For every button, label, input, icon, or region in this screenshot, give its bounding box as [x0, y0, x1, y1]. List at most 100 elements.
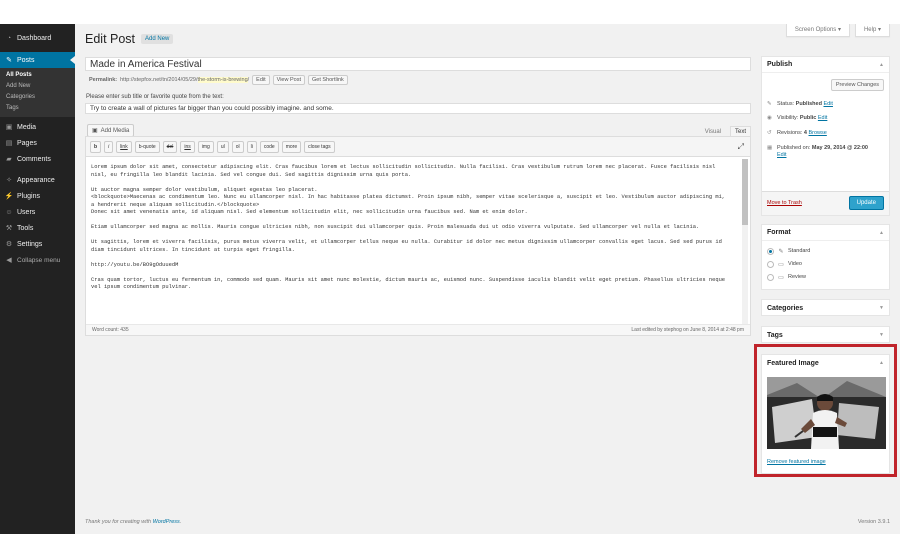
- tags-box-header[interactable]: Tags ▼: [762, 327, 889, 343]
- subtitle-input[interactable]: Try to create a wall of pictures far big…: [85, 103, 751, 114]
- fullscreen-icon[interactable]: ⤢: [738, 142, 744, 152]
- published-date: May 29, 2014 @ 22:00: [811, 145, 868, 151]
- collapse-toggle-icon[interactable]: ▲: [879, 230, 884, 236]
- categories-box-header[interactable]: Categories ▼: [762, 300, 889, 316]
- add-new-button[interactable]: Add New: [141, 34, 174, 44]
- quicktag-bold-button[interactable]: b: [90, 140, 102, 153]
- submenu-add-new[interactable]: Add New: [0, 81, 75, 92]
- publish-box-header[interactable]: Publish ▲: [762, 57, 889, 73]
- help-button[interactable]: Help ▾: [854, 24, 890, 37]
- format-option-standard[interactable]: ✎ Standard: [767, 247, 810, 255]
- edit-date-link[interactable]: Edit: [777, 152, 786, 158]
- radio-unselected[interactable]: [767, 273, 774, 281]
- publish-box-title: Publish: [767, 61, 793, 68]
- footer-thanks-suffix: .: [179, 519, 182, 525]
- footer-thanks: Thank you for creating with WordPress.: [85, 519, 181, 525]
- sidebar-item-settings[interactable]: ⚙ Settings: [0, 236, 75, 252]
- calendar-icon: ▦: [767, 145, 773, 151]
- sidebar-item-label: Tools: [17, 224, 34, 232]
- help-label: Help: [863, 27, 877, 33]
- expand-toggle-icon[interactable]: ▼: [879, 305, 884, 311]
- sidebar-item-plugins[interactable]: ⚡ Plugins: [0, 188, 75, 204]
- quicktag-more-button[interactable]: more: [281, 140, 302, 153]
- settings-icon: ⚙: [5, 241, 13, 248]
- view-post-button[interactable]: View Post: [272, 75, 305, 85]
- posts-submenu: All Posts Add New Categories Tags: [0, 68, 75, 117]
- sidebar-item-comments[interactable]: ▰ Comments: [0, 151, 75, 167]
- format-label: Review: [788, 274, 807, 280]
- page-title: Edit Post: [85, 32, 136, 46]
- admin-sidebar: ◔ Dashboard ✎ Posts All Posts Add New Ca…: [0, 24, 75, 534]
- wordpress-link[interactable]: WordPress: [153, 519, 180, 525]
- editor-status-bar: Word count: 435 Last edited by stephog o…: [86, 324, 750, 335]
- format-box-header[interactable]: Format ▲: [762, 225, 889, 241]
- sidebar-collapse-menu[interactable]: ◀ Collapse menu: [0, 252, 75, 268]
- sidebar-item-label: Comments: [17, 155, 51, 163]
- get-shortlink-button[interactable]: Get Shortlink: [308, 75, 348, 85]
- quicktag-ins-button[interactable]: ins: [180, 140, 195, 153]
- pushpin-icon: ✎: [767, 101, 772, 107]
- scrollbar-thumb[interactable]: [742, 159, 748, 225]
- subtitle-label: Please enter sub title or favorite quote…: [86, 94, 224, 100]
- submenu-tags[interactable]: Tags: [0, 103, 75, 114]
- move-to-trash-link[interactable]: Move to Trash: [767, 200, 802, 206]
- permalink-slug[interactable]: the-storm-is-brewing: [197, 77, 248, 83]
- quicktag-img-button[interactable]: img: [197, 140, 214, 153]
- edit-permalink-button[interactable]: Edit: [252, 75, 270, 85]
- quicktag-link-button[interactable]: link: [116, 140, 132, 153]
- quicktag-li-button[interactable]: li: [246, 140, 257, 153]
- tags-box: Tags ▼: [761, 326, 890, 343]
- status-label: Status:: [777, 101, 796, 107]
- post-title-input[interactable]: Made in America Festival: [85, 57, 751, 71]
- add-media-label: Add Media: [100, 127, 130, 134]
- sidebar-item-posts[interactable]: ✎ Posts: [0, 52, 75, 68]
- permalink-row: Permalink: http://stepfox.net/tn/2014/05…: [89, 75, 348, 85]
- sidebar-item-label: Settings: [17, 240, 43, 248]
- sidebar-item-pages[interactable]: ▤ Pages: [0, 135, 75, 151]
- sidebar-item-label: Collapse menu: [17, 256, 61, 264]
- published-label: Published on:: [777, 145, 812, 151]
- publish-actions: Move to Trash Update: [762, 191, 889, 215]
- permalink-base: http://stepfox.net/tn/2014/05/29/: [120, 77, 198, 83]
- sidebar-item-users[interactable]: ☺ Users: [0, 204, 75, 220]
- content-paragraph: Cras quam tortor, luctus eu fermentum in…: [91, 276, 729, 291]
- radio-unselected[interactable]: [767, 260, 774, 268]
- quicktag-close-tags-button[interactable]: close tags: [304, 140, 335, 153]
- quicktag-italic-button[interactable]: i: [104, 140, 114, 153]
- plugins-icon: ⚡: [4, 193, 14, 200]
- editor-scrollbar[interactable]: [742, 159, 748, 327]
- sidebar-item-appearance[interactable]: ✧ Appearance: [0, 172, 75, 188]
- sidebar-item-dashboard[interactable]: ◔ Dashboard: [0, 30, 75, 46]
- users-icon: ☺: [5, 208, 13, 216]
- screen-options-button[interactable]: Screen Options ▾: [785, 24, 850, 37]
- permalink-url[interactable]: http://stepfox.net/tn/2014/05/29/the-sto…: [120, 77, 249, 83]
- preview-changes-button[interactable]: Preview Changes: [830, 79, 884, 91]
- format-option-review[interactable]: ▭ Review: [767, 273, 806, 281]
- expand-toggle-icon[interactable]: ▼: [879, 332, 884, 338]
- revisions-label: Revisions:: [777, 130, 804, 136]
- quicktag-ol-button[interactable]: ol: [231, 140, 244, 153]
- quicktags-toolbar: b i link b-quote del ins img ul ol li co…: [86, 137, 750, 157]
- submenu-all-posts[interactable]: All Posts: [0, 70, 75, 81]
- quicktag-del-button[interactable]: del: [162, 140, 178, 153]
- quicktag-code-button[interactable]: code: [259, 140, 279, 153]
- permalink-label: Permalink:: [89, 77, 118, 83]
- content-textarea[interactable]: Lorem ipsum dolor sit amet, consectetur …: [91, 164, 731, 326]
- radio-selected[interactable]: [767, 247, 774, 255]
- appearance-icon: ✧: [6, 177, 12, 184]
- edit-visibility-link[interactable]: Edit: [818, 115, 827, 121]
- sidebar-item-tools[interactable]: ⚒ Tools: [0, 220, 75, 236]
- update-button[interactable]: Update: [848, 196, 884, 210]
- quicktag-bquote-button[interactable]: b-quote: [134, 140, 160, 153]
- browse-revisions-link[interactable]: Browse: [809, 130, 827, 136]
- sidebar-item-label: Appearance: [17, 176, 55, 184]
- format-option-video[interactable]: ▭ Video: [767, 260, 802, 268]
- sidebar-item-label: Posts: [17, 56, 35, 64]
- quicktag-ul-button[interactable]: ul: [216, 140, 229, 153]
- footer-version: Version 3.9.1: [857, 519, 890, 525]
- sidebar-item-media[interactable]: ▣ Media: [0, 119, 75, 135]
- submenu-categories[interactable]: Categories: [0, 92, 75, 103]
- edit-status-link[interactable]: Edit: [823, 101, 832, 107]
- collapse-toggle-icon[interactable]: ▲: [879, 62, 884, 68]
- status-value: Published: [795, 101, 822, 107]
